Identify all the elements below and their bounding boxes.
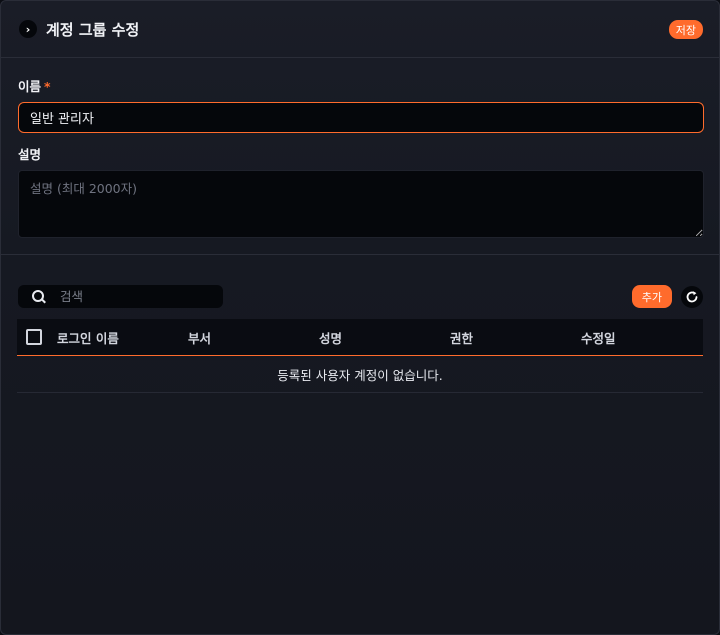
group-form: 이름* 설명: [1, 58, 719, 255]
refresh-icon: [686, 290, 698, 302]
edit-account-group-panel: › 계정 그룹 수정 저장 이름* 설명 추가 로그인 이름 부서: [0, 0, 720, 635]
search-input[interactable]: [60, 289, 210, 304]
column-permission[interactable]: 권한: [450, 328, 581, 347]
panel-header: › 계정 그룹 수정 저장: [1, 1, 719, 58]
list-toolbar: 추가: [1, 255, 719, 319]
chevron-right-icon: ›: [25, 22, 31, 36]
search-box[interactable]: [18, 285, 223, 308]
required-mark: *: [44, 79, 51, 94]
desc-label: 설명: [18, 147, 42, 162]
save-button[interactable]: 저장: [668, 19, 703, 39]
expand-button[interactable]: ›: [19, 20, 37, 38]
column-department[interactable]: 부서: [188, 328, 319, 347]
name-label: 이름 *: [18, 76, 702, 95]
search-icon: [32, 289, 46, 304]
column-full-name[interactable]: 성명: [319, 328, 450, 347]
column-login-name[interactable]: 로그인 이름: [57, 328, 188, 347]
add-button[interactable]: 추가: [631, 285, 672, 308]
empty-message: 등록된 사용자 계정이 없습니다.: [17, 356, 703, 393]
description-textarea[interactable]: [18, 170, 704, 238]
refresh-button[interactable]: [681, 285, 703, 308]
table-header: 로그인 이름 부서 성명 권한 수정일: [17, 319, 703, 356]
user-account-table: 로그인 이름 부서 성명 권한 수정일 등록된 사용자 계정이 없습니다.: [17, 319, 703, 393]
column-modified-date[interactable]: 수정일: [581, 328, 681, 347]
select-all-checkbox[interactable]: [26, 329, 42, 345]
page-title: 계정 그룹 수정: [46, 20, 140, 39]
name-label-text: 이름: [18, 79, 42, 94]
name-input[interactable]: [18, 102, 704, 133]
